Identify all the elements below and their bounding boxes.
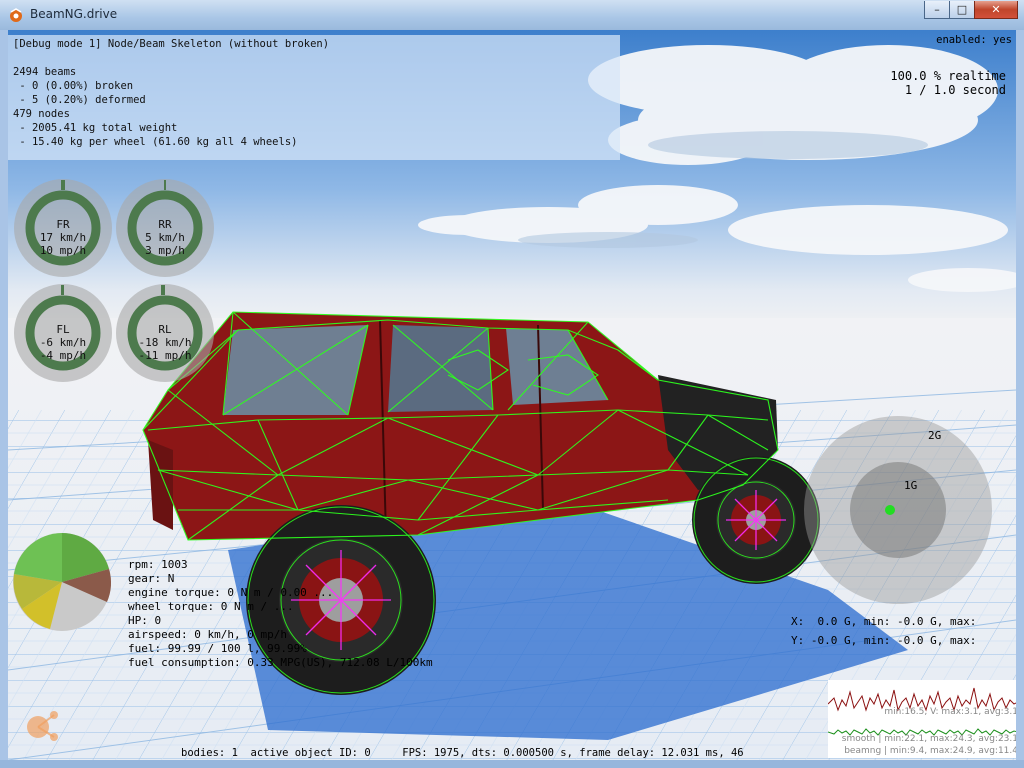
- wheel-gauge-fl: FL -6 km/h -4 mp/h: [13, 283, 113, 383]
- fuel-readout: fuel: 99.99 / 100 l, 99.99%: [128, 642, 307, 655]
- window-frame-left: [0, 30, 8, 760]
- g-force-meter: [804, 416, 992, 604]
- wheel-kmh: 5 km/h: [145, 231, 185, 244]
- engine-pie-chart: [13, 533, 111, 631]
- wheel-gauge-rl: RL -18 km/h -11 mp/h: [115, 283, 215, 383]
- hp-readout: HP: 0: [128, 614, 162, 627]
- status-text: bodies: 1 active object ID: 0 FPS: 1975,…: [181, 747, 744, 759]
- debug-info-panel: [Debug mode 1] Node/Beam Skeleton (witho…: [8, 35, 620, 160]
- graph-smooth-stats: smooth | min:22.1, max:24.3, avg:23.1: [841, 734, 1016, 744]
- wheel-kmh: 17 km/h: [39, 231, 87, 244]
- debug-line: - 5 (0.20%) deformed: [13, 94, 146, 106]
- window-controls: – □ ✕: [924, 1, 1018, 20]
- gear-readout: gear: N: [128, 572, 175, 585]
- debug-line: 2494 beams: [13, 66, 77, 78]
- wheel-mph: 3 mp/h: [145, 244, 185, 257]
- engine-status-line: bodies: 1 active object ID: 0 FPS: 1975,…: [8, 746, 1016, 760]
- wheel-id: FR: [56, 218, 70, 231]
- debug-enabled-status: enabled: yes: [936, 34, 1012, 46]
- window-titlebar[interactable]: BeamNG.drive – □ ✕: [0, 0, 1024, 31]
- close-button[interactable]: ✕: [974, 1, 1018, 19]
- rpm-readout: rpm: 1003: [128, 558, 188, 571]
- wheel-id: RR: [158, 218, 172, 231]
- wheel-id: RL: [158, 323, 172, 336]
- g-ring-inner-label: 1G: [904, 479, 918, 492]
- debug-line: - 2005.41 kg total weight: [13, 122, 178, 134]
- wheel-mph: -11 mp/h: [138, 349, 192, 362]
- debug-line: - 15.40 kg per wheel (61.60 kg all 4 whe…: [13, 136, 298, 148]
- minimize-button[interactable]: –: [924, 1, 950, 19]
- engine-torque-readout: engine torque: 0 N m / 0.00 ...: [128, 586, 334, 599]
- window-frame-bottom: [0, 760, 1024, 768]
- airspeed-readout: airspeed: 0 km/h, 0 mp/h: [128, 628, 287, 641]
- wheel-id: FL: [56, 323, 70, 336]
- wheel-gauge-fr: FR 17 km/h 10 mp/h: [13, 178, 113, 278]
- window-title: BeamNG.drive: [30, 7, 118, 21]
- wheel-torque-readout: wheel torque: 0 N m / ...: [128, 600, 294, 613]
- wheel-gauge-rr: RR 5 km/h 3 mp/h: [115, 178, 215, 278]
- g-ring-outer-label: 2G: [928, 429, 942, 442]
- graph-top-hint: min:16.5, V: max:3.1, avg:3.1: [884, 707, 1016, 717]
- wheel-kmh: -6 km/h: [39, 336, 87, 349]
- realtime-readout: 100.0 % realtime: [890, 69, 1006, 83]
- second-readout: 1 / 1.0 second: [904, 83, 1006, 97]
- game-viewport[interactable]: [Debug mode 1] Node/Beam Skeleton (witho…: [8, 30, 1016, 760]
- wheel-mph: -4 mp/h: [39, 349, 87, 362]
- debug-mode-line: [Debug mode 1] Node/Beam Skeleton (witho…: [13, 38, 330, 50]
- wheel-mph: 10 mp/h: [39, 244, 87, 257]
- window-frame-right: [1016, 30, 1024, 760]
- fuel-consumption-readout: fuel consumption: 0.33 MPG(US), 712.08 L…: [128, 656, 433, 669]
- g-force-y-readout: Y: -0.0 G, min: -0.0 G, max:: [791, 634, 977, 647]
- g-force-x-readout: X: 0.0 G, min: -0.0 G, max:: [791, 615, 977, 628]
- debug-line: 479 nodes: [13, 108, 70, 120]
- debug-line: - 0 (0.00%) broken: [13, 80, 134, 92]
- beamng-logo-icon: [10, 8, 22, 22]
- wheel-kmh: -18 km/h: [138, 336, 192, 349]
- maximize-button[interactable]: □: [949, 1, 975, 19]
